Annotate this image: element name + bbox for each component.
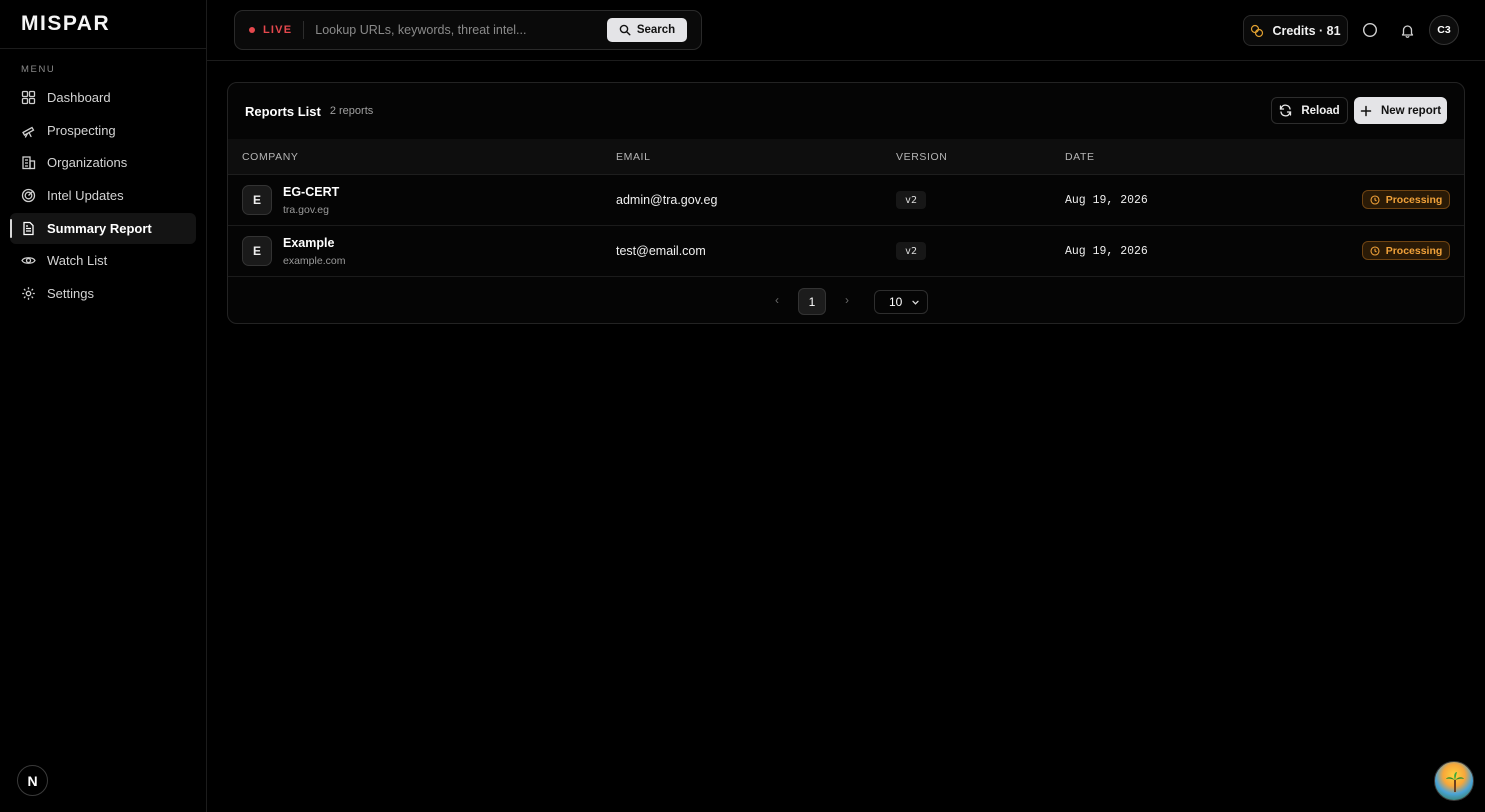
floating-assistant-button[interactable] [1434, 761, 1474, 801]
next-page-button[interactable]: › [845, 293, 849, 307]
company-avatar: E [242, 185, 272, 215]
sidebar: MISPAR MENU Dashboard Prospecting Organi… [0, 0, 207, 812]
status-label: Processing [1385, 244, 1443, 257]
reports-card-header: Reports List 2 reports Reload New report [228, 83, 1464, 139]
sidebar-item-label: Settings [47, 286, 94, 302]
reload-label: Reload [1301, 104, 1340, 117]
user-avatar[interactable]: C3 [1429, 15, 1459, 45]
table-row[interactable]: E Example example.com test@email.com v2 … [228, 226, 1464, 277]
clock-icon [1370, 245, 1380, 256]
menu-label: MENU [21, 64, 56, 75]
company-domain: tra.gov.eg [283, 204, 329, 216]
gear-icon [21, 286, 36, 301]
company-domain: example.com [283, 255, 346, 267]
sidebar-item-intel-updates[interactable]: Intel Updates [10, 180, 196, 211]
search-button[interactable]: Search [607, 18, 687, 42]
document-icon [21, 221, 36, 236]
version-badge: v2 [896, 191, 926, 209]
chevron-down-icon [911, 298, 920, 307]
reports-count: 2 reports [329, 105, 374, 117]
palm-tree-icon [1446, 772, 1464, 792]
radar-icon [21, 188, 36, 203]
theme-toggle-icon[interactable] [1360, 20, 1380, 40]
table-header: COMPANY EMAIL VERSION DATE [228, 139, 1464, 175]
page-number-label: 1 [808, 294, 816, 309]
sidebar-item-organizations[interactable]: Organizations [10, 147, 196, 178]
company-initial: E [252, 244, 261, 258]
credits-label: Credits · 81 [1272, 23, 1341, 38]
status-badge: Processing [1362, 190, 1450, 209]
building-icon [21, 155, 36, 170]
grid-icon [21, 90, 36, 105]
company-avatar: E [242, 236, 272, 266]
sidebar-item-label: Summary Report [47, 220, 152, 236]
previous-page-button[interactable]: ‹ [775, 293, 779, 307]
column-header-email[interactable]: EMAIL [616, 151, 651, 163]
search-icon [619, 24, 631, 36]
reload-button[interactable]: Reload [1271, 97, 1348, 124]
sidebar-item-settings[interactable]: Settings [10, 278, 196, 309]
reports-title: Reports List [245, 103, 321, 119]
plus-icon [1360, 105, 1372, 117]
logo-text[interactable]: MISPAR [21, 12, 110, 36]
live-indicator: LIVE [235, 21, 305, 39]
sidebar-item-watch-list[interactable]: Watch List [10, 245, 196, 276]
column-header-date[interactable]: DATE [1065, 151, 1095, 163]
pagination: ‹ 1 › 10 [228, 277, 1464, 323]
search-bar: LIVE Search [234, 10, 702, 50]
column-header-version[interactable]: VERSION [896, 151, 947, 163]
page-size-value: 10 [889, 295, 903, 309]
reports-card: Reports List 2 reports Reload New report… [227, 82, 1465, 324]
page-number-button[interactable]: 1 [798, 288, 826, 315]
company-name[interactable]: EG-CERT [283, 185, 339, 199]
version-badge: v2 [896, 242, 926, 260]
sidebar-item-label: Organizations [47, 155, 128, 171]
search-input[interactable] [315, 23, 606, 37]
search-button-label: Search [636, 24, 676, 36]
sidebar-item-summary-report[interactable]: Summary Report [10, 212, 196, 244]
new-report-button[interactable]: New report [1354, 97, 1447, 124]
avatar-initials: C3 [1437, 24, 1451, 36]
sidebar-item-prospecting[interactable]: Prospecting [10, 115, 196, 146]
sidebar-nav: Dashboard Prospecting Organizations Inte… [10, 82, 196, 311]
top-header: LIVE Search Credits · 81 C3 [207, 0, 1485, 61]
row-email: test@email.com [616, 244, 706, 258]
sidebar-item-label: Prospecting [47, 122, 116, 138]
sidebar-item-dashboard[interactable]: Dashboard [10, 82, 196, 113]
table-row[interactable]: E EG-CERT tra.gov.eg admin@tra.gov.eg v2… [228, 175, 1464, 226]
sidebar-item-label: Intel Updates [47, 188, 124, 204]
status-label: Processing [1385, 193, 1443, 206]
status-badge: Processing [1362, 241, 1450, 260]
logo[interactable]: MISPAR [0, 0, 206, 49]
live-label: LIVE [263, 24, 293, 36]
row-date: Aug 19, 2026 [1065, 245, 1148, 258]
live-dot-icon [249, 27, 255, 33]
clock-icon [1370, 194, 1380, 205]
telescope-icon [21, 123, 36, 138]
column-header-company[interactable]: COMPANY [242, 151, 299, 163]
coins-icon [1250, 24, 1264, 38]
refresh-icon [1279, 104, 1292, 117]
credits-button[interactable]: Credits · 81 [1243, 15, 1348, 46]
sidebar-item-label: Dashboard [47, 90, 111, 105]
page-size-select[interactable]: 10 [874, 290, 928, 314]
sidebar-item-label: Watch List [47, 253, 108, 269]
row-date: Aug 19, 2026 [1065, 194, 1148, 207]
company-initial: E [252, 193, 261, 207]
eye-icon [21, 253, 36, 268]
next-dev-badge[interactable]: N [17, 765, 48, 796]
next-badge-letter: N [27, 772, 38, 789]
bell-icon[interactable] [1397, 20, 1417, 40]
row-email: admin@tra.gov.eg [616, 193, 718, 207]
new-report-label: New report [1380, 104, 1442, 117]
company-name[interactable]: Example [283, 236, 334, 250]
